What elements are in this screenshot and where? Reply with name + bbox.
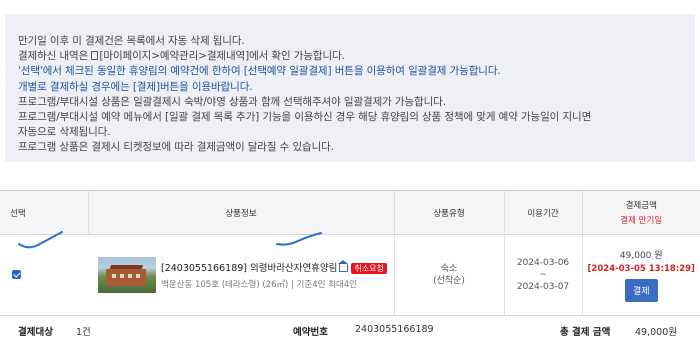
- notice-line-rest: [마이페이지>예약관리>결제내역]에서 확인 가능합니다.: [99, 50, 345, 63]
- period-separator: ~: [539, 270, 547, 280]
- product-info: 백운산동 105호 (테라스형) (26㎡) | 기준4인 최대4인: [161, 280, 357, 290]
- header-select: 선택: [0, 190, 88, 235]
- header-period: 이용기간: [503, 190, 582, 235]
- document-icon: [91, 51, 99, 61]
- notice-line: 개별로 결제하실 경우에는 [결제]버튼을 이용바랍니다.: [18, 80, 253, 93]
- period-start: 2024-03-06: [516, 258, 570, 268]
- reservation-table: 선택 상품정보 상품유형 이용기간 결제금액 결제 만기일 [240305516…: [0, 190, 700, 316]
- price-value: 49,000 원: [619, 251, 663, 261]
- type-cell: 숙소 (선착순): [393, 234, 504, 316]
- cancel-request-badge: 취소요청: [351, 263, 387, 274]
- product-cell: [2403055166189] 의령바라산자연휴양림 취소요청 백운산동 105호…: [88, 234, 394, 316]
- header-amount: 결제금액결제 만기일: [581, 190, 700, 235]
- type-main: 숙소: [440, 264, 458, 274]
- summary-reservation-label: 예약번호: [293, 327, 328, 338]
- notice-line: 프로그램/부대시설 상품은 일괄결제시 숙박/야영 상품과 함께 선택해주셔야 …: [18, 95, 446, 108]
- summary-total-label: 총 결제 금액: [560, 327, 611, 338]
- deadline-value: [2024-03-05 13:18:29]: [587, 264, 695, 274]
- home-icon[interactable]: [338, 260, 349, 272]
- summary-total-value: 49,000원: [635, 327, 677, 338]
- notice-line: 결제하신 내역은 [마이페이지>예약관리>결제내역]에서 확인 가능합니다.: [18, 49, 695, 64]
- summary-target-value: 1건: [76, 327, 91, 338]
- notice-line: 프로그램/부대시설 예약 메뉴에서 [일괄 결제 목록 추가] 기능을 이용하신…: [18, 111, 592, 124]
- header-type: 상품유형: [393, 190, 504, 235]
- header-deadline-label: 결제 만기일: [620, 216, 663, 226]
- select-checkbox[interactable]: [12, 270, 21, 279]
- notice-box: 만기일 이후 미 결제건은 목록에서 자동 삭제 됩니다. 결제하신 내역은 […: [5, 14, 695, 162]
- product-name[interactable]: [2403055166189] 의령바라산자연휴양림: [161, 263, 337, 274]
- notice-line: 자동으로 삭제됩니다.: [18, 126, 111, 139]
- summary-target-label: 결제대상: [18, 327, 53, 338]
- type-sub: (선착순): [433, 276, 465, 286]
- period-cell: 2024-03-06 ~ 2024-03-07: [503, 234, 582, 316]
- table-header-row: 선택 상품정보 상품유형 이용기간 결제금액결제 만기일: [0, 190, 700, 235]
- payment-summary: 결제대상 1건 예약번호 2403055166189 총 결제 금액 49,00…: [0, 315, 700, 345]
- pay-button[interactable]: 결제: [624, 279, 658, 302]
- header-amount-label: 결제금액: [625, 201, 657, 211]
- notice-line: 만기일 이후 미 결제건은 목록에서 자동 삭제 됩니다.: [18, 35, 245, 47]
- product-thumbnail[interactable]: [98, 257, 156, 293]
- header-product: 상품정보: [87, 190, 394, 235]
- select-cell: [0, 234, 88, 316]
- summary-reservation-value: 2403055166189: [355, 324, 434, 335]
- period-end: 2024-03-07: [516, 282, 570, 292]
- notice-line: 프로그램 상품은 결제시 티켓정보에 따라 결제금액이 달라질 수 있습니다.: [18, 141, 334, 154]
- price-cell: 49,000 원 [2024-03-05 13:18:29] 결제: [581, 234, 700, 316]
- product-name-line: [2403055166189] 의령바라산자연휴양림 취소요청: [161, 260, 387, 274]
- notice-line-prefix: 결제하신 내역은: [18, 50, 92, 63]
- table-row: [2403055166189] 의령바라산자연휴양림 취소요청 백운산동 105호…: [0, 234, 700, 316]
- notice-line: '선택'에서 체크된 동일한 휴양림의 예약건에 한하여 [선택예약 일괄결제]…: [18, 65, 501, 78]
